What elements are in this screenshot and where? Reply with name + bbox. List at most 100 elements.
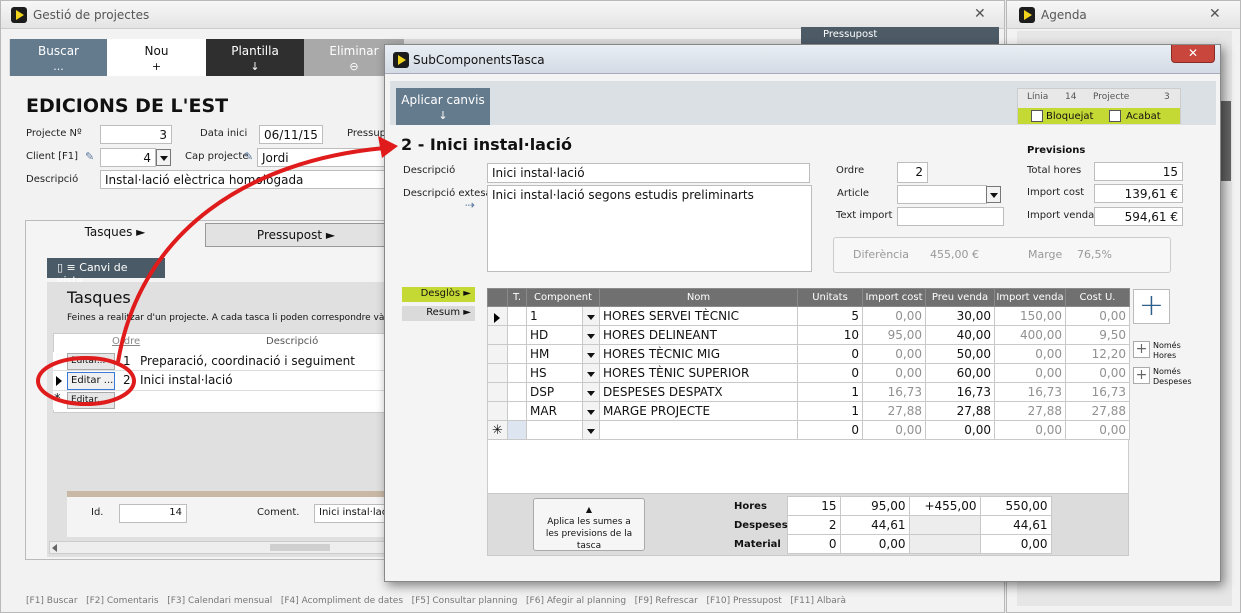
table-row[interactable]: D MAR MARGE PROJECTE 1 27,88 27,88 27,88… [487, 401, 1130, 421]
component-cell[interactable]: HS [526, 363, 583, 383]
col-name[interactable]: Nom [599, 288, 798, 307]
description-field[interactable]: Inici instal·lació [487, 163, 810, 183]
apply-sums-button[interactable]: ▲ Aplica les sumes a les previsions de l… [533, 498, 645, 551]
row-selector-icon[interactable] [487, 306, 508, 326]
name-cell[interactable]: DESPESES DESPATX [599, 382, 798, 402]
tasks-col-order[interactable]: Ordre [112, 336, 140, 347]
close-icon[interactable]: ✕ [1171, 45, 1215, 63]
price-cell[interactable]: 0,00 [925, 420, 995, 440]
name-cell[interactable]: HORES DELINEANT [599, 325, 798, 345]
search-button[interactable]: Buscar... [10, 39, 107, 76]
view-toggle-button[interactable]: ▯ ≡ Canvi de vista [47, 258, 165, 287]
close-icon[interactable]: ✕ [974, 6, 986, 22]
col-price[interactable]: Preu venda [925, 288, 995, 307]
add-hours-button[interactable]: + [1133, 341, 1150, 358]
component-cell[interactable] [526, 420, 583, 440]
price-cell[interactable]: 16,73 [925, 382, 995, 402]
component-cell[interactable]: DSP [526, 382, 583, 402]
col-component[interactable]: Component [526, 288, 600, 307]
component-cell[interactable]: HD [526, 325, 583, 345]
name-cell[interactable]: HORES TÈNIC SUPERIOR [599, 363, 798, 383]
price-cell[interactable]: 27,88 [925, 401, 995, 421]
table-row[interactable]: H HS HORES TÈNIC SUPERIOR 0 0,00 60,00 0… [487, 363, 1130, 383]
component-cell[interactable]: MAR [526, 401, 583, 421]
sale-field[interactable]: 594,61 € [1094, 207, 1183, 226]
component-cell[interactable]: 1 [526, 306, 583, 326]
tab-tasks[interactable]: Tasques ► [25, 221, 205, 245]
units-cell[interactable]: 10 [797, 325, 863, 345]
col-unit-cost[interactable]: Cost U. [1065, 288, 1130, 307]
tab-breakdown[interactable]: Desglòs ► [402, 287, 475, 302]
client-field[interactable]: 4 [100, 148, 156, 167]
price-cell[interactable]: 40,00 [925, 325, 995, 345]
name-cell[interactable]: MARGE PROJECTE [599, 401, 798, 421]
table-row[interactable]: H 1 HORES SERVEI TÈCNIC 5 0,00 30,00 150… [487, 306, 1130, 326]
component-dropdown[interactable] [582, 420, 600, 440]
article-dropdown[interactable] [986, 186, 1001, 203]
text-import-field[interactable] [897, 207, 1004, 226]
add-expenses-button[interactable]: + [1133, 367, 1150, 384]
col-cost[interactable]: Import cost [862, 288, 926, 307]
col-type[interactable]: T. [507, 288, 527, 307]
units-cell[interactable]: 0 [797, 420, 863, 440]
template-button[interactable]: Plantilla ↓ [206, 39, 304, 76]
table-row[interactable]: Editar... 1 Preparació, coordinació i se… [53, 352, 387, 371]
units-cell[interactable]: 1 [797, 401, 863, 421]
tasks-col-description[interactable]: Descripció [266, 336, 318, 347]
table-row[interactable]: * Editar... [53, 391, 387, 410]
horizontal-scrollbar[interactable] [49, 541, 387, 554]
component-dropdown[interactable] [582, 344, 600, 364]
table-row[interactable]: H HM HORES TÈCNIC MIG 0 0,00 50,00 0,00 … [487, 344, 1130, 364]
order-field[interactable]: 2 [897, 162, 928, 183]
component-dropdown[interactable] [582, 401, 600, 421]
add-component-button[interactable]: + [1133, 289, 1170, 324]
new-row[interactable]: ✳ 0 0,00 0,00 0,00 0,00 [487, 420, 1130, 440]
row-selector[interactable] [487, 325, 508, 345]
edit-button[interactable]: Editar... [67, 353, 115, 370]
col-units[interactable]: Unitats [797, 288, 863, 307]
name-cell[interactable] [599, 420, 798, 440]
total-hours-field[interactable]: 15 [1094, 162, 1183, 181]
cost-field[interactable]: 139,61 € [1094, 184, 1183, 203]
row-selector[interactable] [487, 382, 508, 402]
component-dropdown[interactable] [582, 382, 600, 402]
scroll-thumb[interactable] [270, 544, 330, 551]
start-date-field[interactable]: 06/11/15 [259, 125, 323, 144]
tab-summary[interactable]: Resum ► [402, 306, 475, 321]
row-selector[interactable] [487, 401, 508, 421]
finished-checkbox[interactable] [1109, 110, 1121, 122]
blocked-checkbox[interactable] [1031, 110, 1043, 122]
description-field[interactable]: Instal·lació elèctrica homologada [100, 170, 387, 189]
price-cell[interactable]: 30,00 [925, 306, 995, 326]
close-icon[interactable]: ✕ [1209, 6, 1221, 22]
row-selector[interactable] [487, 363, 508, 383]
pencil-icon[interactable]: ✎ [244, 150, 253, 163]
ext-description-field[interactable]: Inici instal·lació segons estudis prelim… [487, 185, 812, 272]
units-cell[interactable]: 0 [797, 344, 863, 364]
expand-arrow-icon[interactable]: ⇢ [465, 198, 475, 212]
table-row[interactable]: Editar ... 2 Inici instal·lació [53, 371, 387, 391]
component-dropdown[interactable] [582, 306, 600, 326]
component-dropdown[interactable] [582, 363, 600, 383]
id-field[interactable]: 14 [119, 504, 187, 523]
edit-button[interactable]: Editar... [67, 392, 115, 409]
tab-budget[interactable]: Pressupost ► [205, 223, 387, 247]
project-manager-field[interactable]: Jordi [257, 148, 387, 167]
price-cell[interactable]: 50,00 [925, 344, 995, 364]
units-cell[interactable]: 0 [797, 363, 863, 383]
units-cell[interactable]: 1 [797, 382, 863, 402]
new-button[interactable]: Nou + [107, 39, 206, 76]
col-sale[interactable]: Import venda [994, 288, 1066, 307]
component-cell[interactable]: HM [526, 344, 583, 364]
table-row[interactable]: D DSP DESPESES DESPATX 1 16,73 16,73 16,… [487, 382, 1130, 402]
client-dropdown[interactable] [156, 149, 171, 166]
apply-changes-button[interactable]: Aplicar canvis ↓ [396, 88, 490, 125]
name-cell[interactable]: HORES SERVEI TÈCNIC [599, 306, 798, 326]
scroll-left-icon[interactable] [52, 544, 57, 552]
project-no-field[interactable]: 3 [100, 125, 172, 144]
price-cell[interactable]: 60,00 [925, 363, 995, 383]
name-cell[interactable]: HORES TÈCNIC MIG [599, 344, 798, 364]
edit-button[interactable]: Editar ... [67, 372, 115, 390]
comment-field[interactable]: Inici instal·lació s [314, 504, 387, 523]
component-dropdown[interactable] [582, 325, 600, 345]
